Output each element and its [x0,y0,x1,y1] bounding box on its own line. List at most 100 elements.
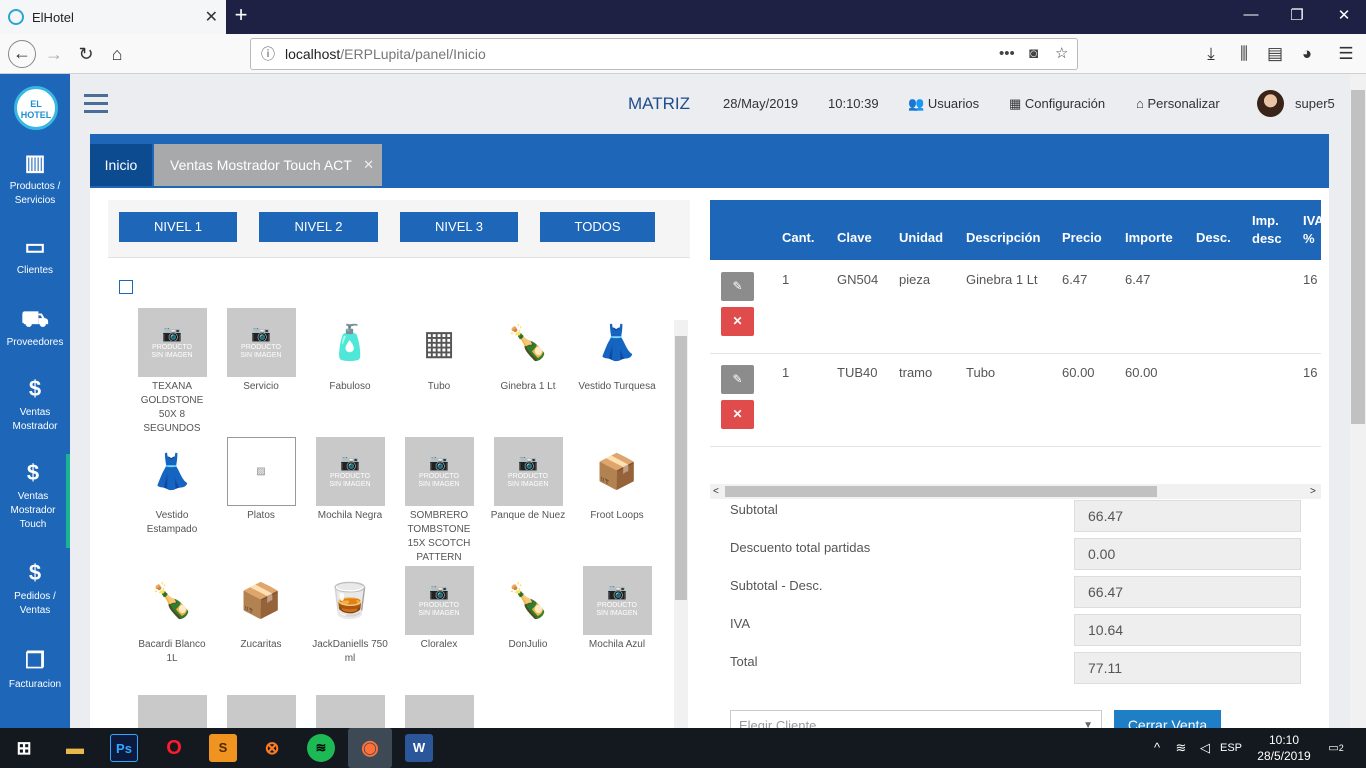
notifications-icon[interactable]: ▭2 [1322,734,1350,762]
delete-row-button[interactable]: ✕ [721,400,754,429]
product-tile[interactable]: 📦 Zucaritas [221,566,301,652]
nivel-1-button[interactable]: NIVEL 1 [119,212,237,242]
spotify-icon[interactable]: ≋ [307,734,335,762]
back-button[interactable]: ← [8,40,36,68]
sidebar-item-clientes[interactable]: ▭ Clientes [0,234,70,278]
minimize-button[interactable]: — [1240,6,1262,23]
product-tile[interactable]: 📷 PRODUCTO SIN IMAGEN Mochila Negra [310,437,390,523]
product-tile[interactable]: 🧴 Fabuloso [310,308,390,394]
delete-row-button[interactable]: ✕ [721,307,754,336]
product-tile[interactable]: 🍾 Bacardi Blanco 1L [132,566,212,666]
usuarios-link[interactable]: 👥 Usuarios [908,96,979,112]
product-tile[interactable]: 🥃 JackDaniells 750 ml [310,566,390,666]
close-icon: ✕ [732,407,743,421]
sidebar-item-pedidos[interactable]: $ Pedidos / Ventas [0,560,70,618]
product-tile[interactable] [132,695,212,728]
product-name: Vestido Estampado [146,510,198,535]
product-tile[interactable]: 📷 PRODUCTO SIN IMAGEN Cloralex [399,566,479,652]
pocket-icon[interactable]: ◙ [1029,39,1038,69]
product-tile[interactable]: 👗 Vestido Estampado [132,437,212,537]
product-grid-scrollbar[interactable] [674,320,688,728]
xampp-icon[interactable]: ⊗ [258,734,286,762]
product-tile[interactable]: ▦ Tubo [399,308,479,394]
placeholder-line1: PRODUCTO [330,472,370,480]
nivel-2-button[interactable]: NIVEL 2 [259,212,378,242]
product-tile[interactable]: 📷 PRODUCTO SIN IMAGEN Panque de Nuez [488,437,568,523]
tab-ventas-mostrador-touch[interactable]: Ventas Mostrador Touch ACT ✕ [154,144,382,186]
scroll-left-icon[interactable]: < [713,484,719,499]
product-tile[interactable] [310,695,390,728]
sidebar-item-ventas-touch[interactable]: $ Ventas Mostrador Touch [0,454,70,548]
forward-button[interactable]: → [42,42,66,66]
product-tile[interactable]: 📦 Froot Loops [577,437,657,523]
sublime-text-icon[interactable]: S [209,734,237,762]
file-explorer-icon[interactable]: ▬ [61,734,89,762]
select-checkbox[interactable] [119,280,133,294]
library-icon[interactable]: ⫼ [1232,42,1256,66]
branch-name: MATRIZ [628,94,691,113]
home-button[interactable]: ⌂ [105,42,129,66]
todos-button[interactable]: TODOS [540,212,655,242]
page-scrollbar[interactable] [1350,74,1366,728]
word-icon[interactable]: W [405,734,433,762]
browser-tab[interactable]: ElHotel ✕ [0,0,226,34]
close-window-button[interactable]: ✕ [1333,6,1355,24]
product-tile[interactable] [577,695,657,728]
product-tile[interactable]: 📷 PRODUCTO SIN IMAGEN TEXANA GOLDSTONE 50X … [132,308,212,436]
bookmark-star-icon[interactable]: ☆ [1055,39,1068,69]
site-info-icon[interactable]: ⓘ [261,39,275,69]
windows-start-icon[interactable]: ⊞ [10,734,38,762]
camera-icon: 📷 [429,454,449,472]
product-tile[interactable]: 🍾 DonJulio [488,566,568,652]
cell-importe: 6.47 [1125,272,1151,287]
page-actions-icon[interactable]: ••• [999,39,1015,69]
product-tile[interactable]: 📷 PRODUCTO SIN IMAGEN Servicio [221,308,301,394]
sidebar-toggle-icon[interactable]: ▤ [1263,42,1287,66]
nivel-3-button[interactable]: NIVEL 3 [400,212,518,242]
opera-icon[interactable]: O [160,734,188,762]
menu-icon[interactable]: ☰ [1334,42,1358,66]
product-tile[interactable]: ▨ Platos [221,437,301,523]
edit-row-button[interactable]: ✎ [721,365,754,394]
product-tile[interactable]: 📷 PRODUCTO SIN IMAGEN Mochila Azul [577,566,657,652]
avatar[interactable] [1257,90,1284,117]
cell-iva: 16 [1303,272,1318,287]
product-tile[interactable] [488,695,568,728]
downloads-icon[interactable]: ⤓ [1199,42,1223,66]
account-icon[interactable]: ◕ [1295,42,1319,66]
hamburger-menu-button[interactable] [84,94,108,114]
product-tile[interactable] [399,695,479,728]
restore-button[interactable]: ❐ [1286,6,1308,24]
sidebar-item-productos[interactable]: ▥ Productos / Servicios [0,150,70,208]
product-name: Zucaritas [240,639,282,650]
taskbar-clock[interactable]: 10:10 28/5/2019 [1254,732,1314,764]
scroll-right-icon[interactable]: > [1310,484,1316,499]
firefox-icon[interactable]: ◉ [348,728,392,768]
new-tab-button[interactable]: + [230,4,252,28]
tab-inicio[interactable]: Inicio [90,144,152,186]
sidebar-item-proveedores[interactable]: ⛟ Proveedores [0,306,70,350]
order-table-hscrollbar[interactable]: < > [710,484,1321,499]
sidebar-item-ventas-mostrador[interactable]: $ Ventas Mostrador [0,376,70,434]
hotel-logo[interactable]: EL HOTEL [14,86,58,130]
language-indicator[interactable]: ESP [1214,734,1248,762]
cerrar-venta-button[interactable]: Cerrar Venta [1114,710,1221,728]
close-tab-icon[interactable]: ✕ [205,7,218,27]
product-tile[interactable]: 📷 PRODUCTO SIN IMAGEN SOMBRERO TOMBSTONE 15… [399,437,479,565]
product-tile[interactable] [221,695,301,728]
edit-row-button[interactable]: ✎ [721,272,754,301]
photoshop-icon[interactable]: Ps [110,734,138,762]
product-tile[interactable]: 👗 Vestido Turquesa [577,308,657,394]
reload-button[interactable]: ↻ [74,42,98,66]
product-image: 🧴 [328,323,372,362]
personalizar-link[interactable]: ⌂ Personalizar [1136,96,1220,111]
close-tab-icon[interactable]: ✕ [363,144,374,186]
client-select[interactable]: Elegir Cliente ▼ [730,710,1102,728]
configuracion-link[interactable]: ▦ Configuración [1009,96,1105,112]
username[interactable]: super5 [1295,96,1335,111]
camera-icon: 📷 [251,325,271,343]
sidebar-item-facturacion[interactable]: ❐ Facturacion [0,648,70,692]
chevron-down-icon: ▼ [1083,720,1093,728]
product-tile[interactable]: 🍾 Ginebra 1 Lt [488,308,568,394]
address-bar[interactable]: ⓘ localhost/ERPLupita/panel/Inicio ••• ◙… [250,38,1078,70]
